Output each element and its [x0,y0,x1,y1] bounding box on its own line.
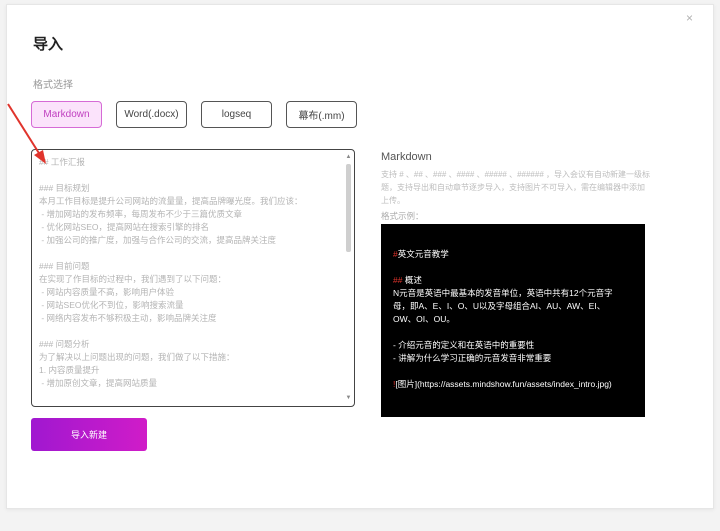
example-line: ![图片](https://assets.mindshow.fun/assets… [393,379,612,389]
format-label: 格式选择 [33,80,73,91]
example-label: 格式示例： [381,211,424,221]
example-line [393,326,635,339]
example-line [393,365,635,378]
close-icon[interactable]: × [686,12,693,24]
format-mubu-button[interactable]: 幕布(.mm) [286,101,357,128]
format-options: Markdown Word(.docx) logseq 幕布(.mm) [31,101,357,128]
example-line: - 讲解为什么学习正确的元音发音非常重要 [393,353,552,363]
scroll-thumb[interactable] [346,164,351,252]
dialog-title: 导入 [33,36,64,53]
format-example: #英文元音教学 ## 概述 N元音是英语中最基本的发音单位，英语中共有12个元音… [381,224,645,417]
scroll-down-icon[interactable]: ▼ [345,395,352,402]
content-textarea[interactable]: ## 工作汇报 ### 目标规划 本月工作目标是提升公司网站的流量量，提高品牌曝… [31,149,355,407]
preview-title: Markdown [381,151,432,163]
editor-content[interactable]: ## 工作汇报 ### 目标规划 本月工作目标是提升公司网站的流量量，提高品牌曝… [39,156,340,404]
example-line: OW、OI、OU。 [393,314,455,324]
import-new-button[interactable]: 导入新建 [31,418,147,451]
format-markdown-button[interactable]: Markdown [31,101,102,128]
format-logseq-button[interactable]: logseq [201,101,272,128]
preview-description: 支持 # 、## 、### 、#### 、##### 、###### ，导入会议… [381,170,650,205]
example-line: N元音是英语中最基本的发音单位，英语中共有12个元音字 [393,288,613,298]
example-line: - 介绍元音的定义和在英语中的重要性 [393,340,535,350]
import-dialog: × 导入 格式选择 Markdown Word(.docx) logseq 幕布… [6,4,714,509]
example-line [393,261,635,274]
editor-scrollbar[interactable]: ▲ ▼ [345,154,352,402]
example-line: #英文元音教学 [393,249,449,259]
format-word-button[interactable]: Word(.docx) [116,101,187,128]
example-line: ## 概述 [393,275,422,285]
example-line: 母，即A、E、I、O、U以及字母组合AI、AU、AW、EI、 [393,301,606,311]
scroll-up-icon[interactable]: ▲ [345,154,352,161]
